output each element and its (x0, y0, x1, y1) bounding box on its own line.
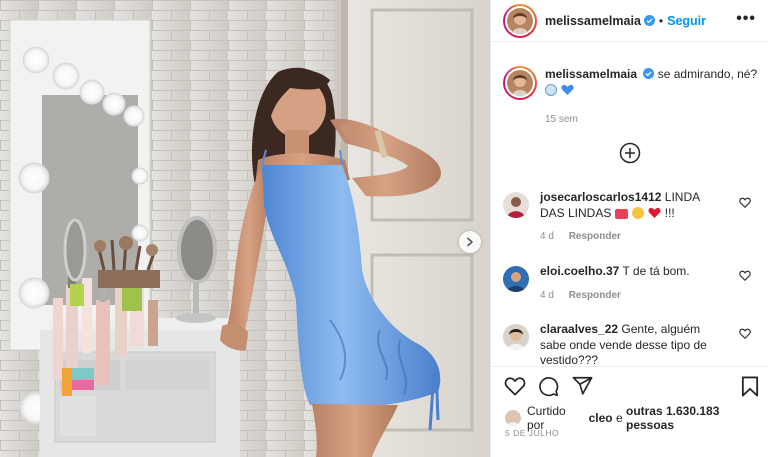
speech-bubble-icon[interactable] (538, 376, 559, 397)
post-date: 5 DE JULHO (505, 428, 560, 438)
comment-item: claraalves_22 Gente, alguém sabe onde ve… (503, 322, 759, 366)
avatar (505, 410, 521, 426)
comment-time: 4 d (540, 231, 554, 242)
post-header: melissamelmaia • Seguir ••• (491, 0, 768, 42)
likes-others[interactable]: outras 1.630.183 pessoas (626, 404, 768, 432)
reply-button[interactable]: Responder (569, 290, 621, 301)
plus-circle-icon (619, 142, 641, 164)
post-caption: melissamelmaia se admirando, né? 15 sem (503, 66, 758, 128)
comment-item: eloi.coelho.37 T de tá bom. 4 d Responde… (503, 264, 759, 303)
reply-button[interactable]: Responder (569, 231, 621, 242)
post-side-panel: melissamelmaia • Seguir ••• melissamelma… (490, 0, 768, 457)
likes-connector: e (615, 411, 623, 425)
caption-username[interactable]: melissamelmaia (545, 67, 637, 81)
load-more-comments-button[interactable] (619, 142, 641, 167)
comment-text: T de tá bom. (622, 264, 690, 278)
comment-like-icon[interactable] (739, 197, 751, 208)
comment-username[interactable]: claraalves_22 (540, 322, 618, 336)
paper-plane-icon[interactable] (572, 376, 593, 396)
heart-eyes-emoji (632, 206, 645, 219)
separator-dot: • (658, 13, 664, 28)
verified-badge-icon (643, 15, 655, 26)
comment-time: 4 d (540, 289, 554, 301)
blue-heart-emoji (561, 84, 574, 95)
likes-user[interactable]: cleo (589, 411, 613, 425)
caption-avatar-ring[interactable] (503, 66, 537, 100)
comments-list[interactable]: josecarloscarlos1412 LINDA DAS LINDAS !!… (491, 180, 768, 366)
avatar[interactable] (503, 192, 529, 218)
author-avatar-ring[interactable] (503, 3, 537, 38)
follow-button[interactable]: Seguir (667, 14, 706, 28)
comment-suffix: !!! (664, 205, 675, 220)
avatar[interactable] (503, 266, 529, 292)
red-heart-emoji (648, 207, 661, 218)
action-bar (491, 366, 768, 406)
avatar[interactable] (503, 324, 529, 350)
comment-item: josecarloscarlos1412 LINDA DAS LINDAS !!… (503, 190, 759, 245)
comment-username[interactable]: josecarloscarlos1412 (540, 190, 661, 204)
caption-time: 15 sem (545, 114, 578, 125)
next-photo-button[interactable] (459, 231, 481, 253)
post-photo[interactable] (0, 0, 490, 457)
chevron-right-icon (467, 237, 473, 247)
author-username[interactable]: melissamelmaia (545, 14, 641, 28)
heart-outline-icon[interactable] (504, 376, 526, 396)
love-letter-emoji (614, 208, 628, 219)
photo-image (0, 0, 490, 457)
sad-face-emoji (545, 84, 557, 96)
verified-badge-icon (643, 68, 655, 79)
bookmark-icon[interactable] (741, 376, 759, 397)
comment-like-icon[interactable] (739, 270, 751, 281)
comment-username[interactable]: eloi.coelho.37 (540, 264, 619, 278)
more-options-icon[interactable]: ••• (736, 11, 756, 27)
avatar (507, 70, 533, 96)
caption-text: se admirando, né? (657, 67, 758, 81)
comment-like-icon[interactable] (739, 328, 751, 339)
avatar (507, 7, 533, 34)
